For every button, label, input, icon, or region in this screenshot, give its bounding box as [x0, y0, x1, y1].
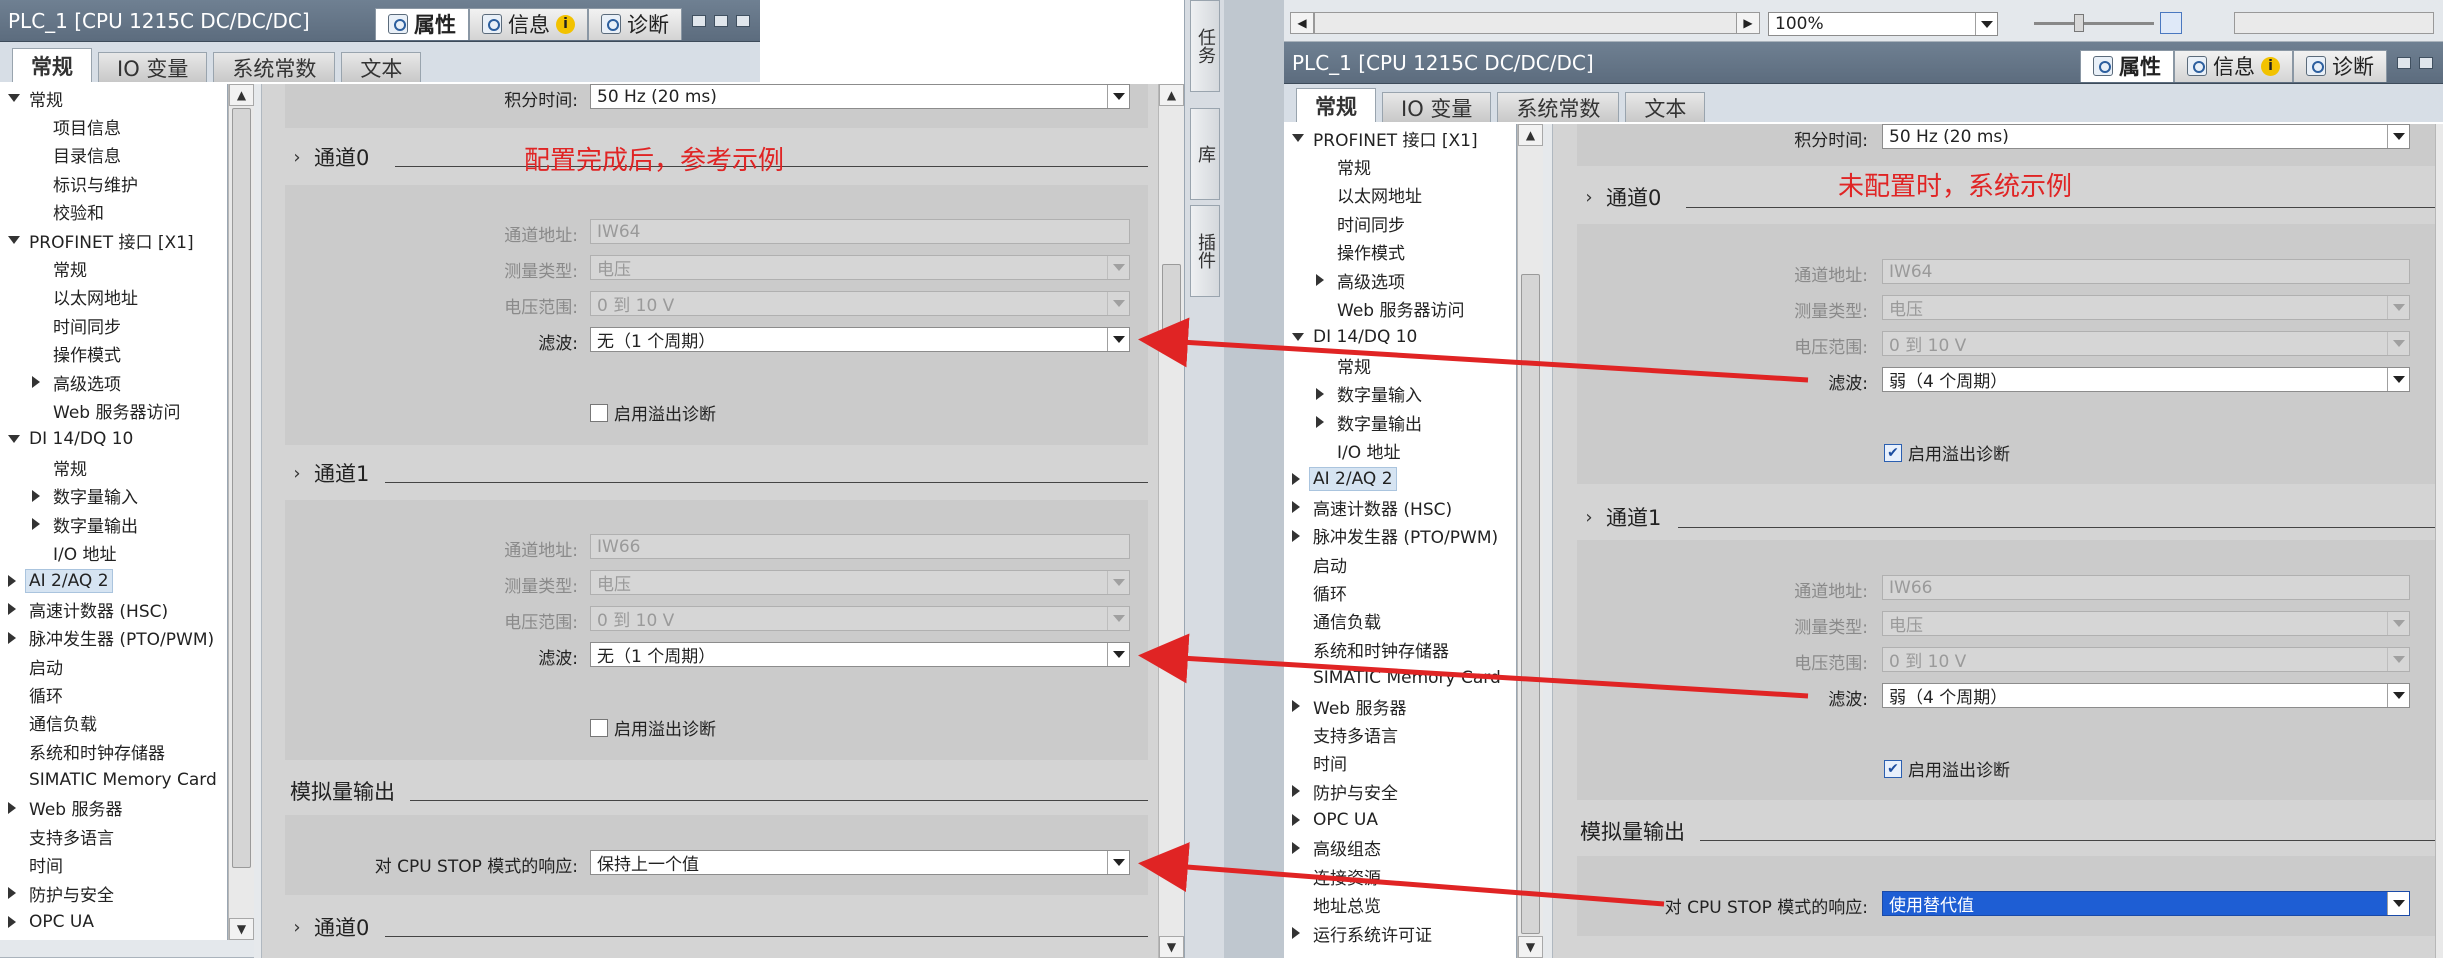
arrow-stop-response [1138, 842, 1665, 907]
comparison-arrows [1138, 317, 1809, 907]
arrow-ch0-filter [1138, 317, 1809, 383]
arrow-ch1-filter [1138, 633, 1809, 699]
